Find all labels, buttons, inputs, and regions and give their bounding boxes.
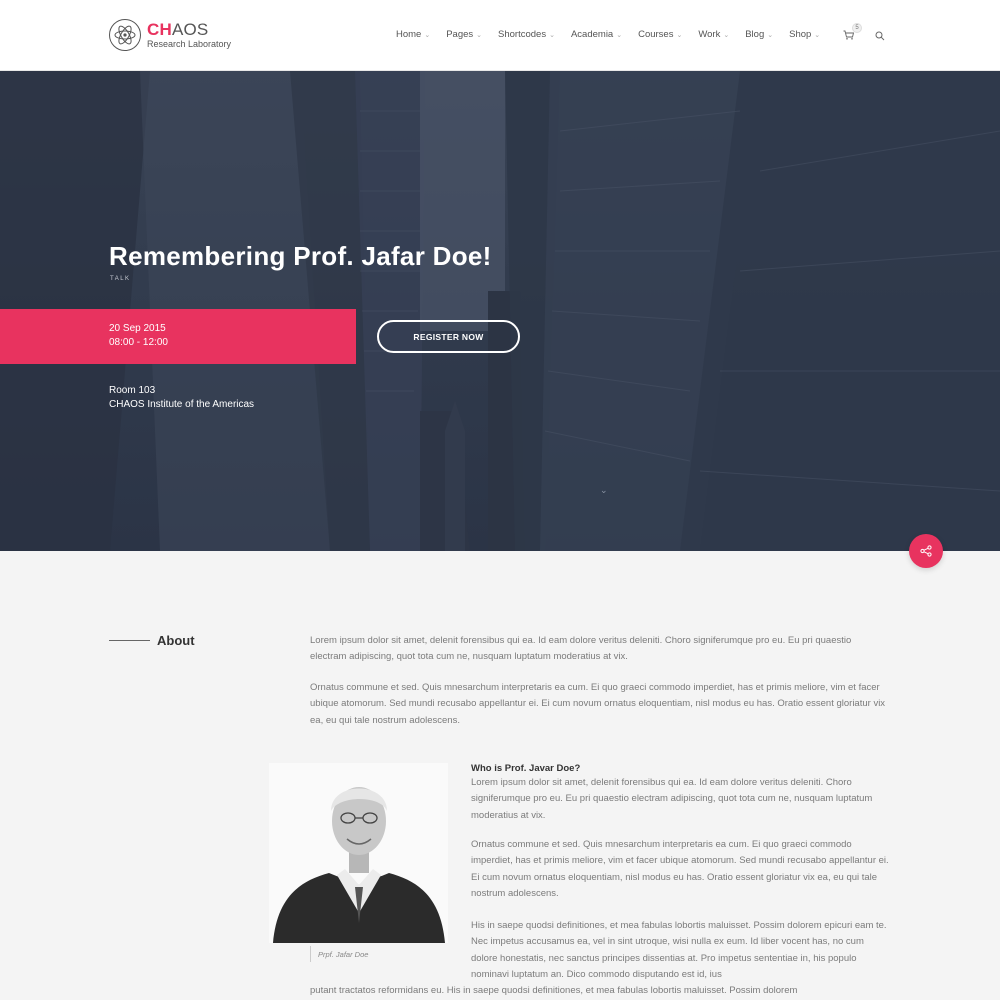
section-divider [109, 640, 150, 641]
event-institute: CHAOS Institute of the Americas [109, 399, 255, 410]
about-heading: About [157, 633, 195, 648]
nav-item-pages[interactable]: Pages ⌄ [446, 29, 482, 40]
cart-icon[interactable]: 5 [843, 23, 862, 45]
register-now-button[interactable]: REGISTER NOW [377, 320, 520, 353]
portrait-caption: Prpf. Jafar Doe [318, 950, 369, 959]
chevron-down-icon: ⌄ [476, 31, 483, 39]
share-icon[interactable] [909, 534, 943, 568]
event-title: Remembering Prof. Jafar Doe! [109, 241, 492, 271]
bio-heading: Who is Prof. Javar Doe? [471, 763, 581, 774]
event-date: 20 Sep 2015 [109, 323, 166, 334]
event-type-label: TALK [110, 276, 131, 282]
chevron-down-icon[interactable]: ⌄ [600, 485, 608, 496]
about-paragraph: Lorem ipsum dolor sit amet, delenit fore… [310, 635, 852, 663]
nav-item-work[interactable]: Work ⌄ [698, 29, 729, 40]
main-nav: Home ⌄ Pages ⌄ Shortcodes ⌄ Academia ⌄ Cours… [396, 29, 820, 40]
event-date-band [0, 309, 356, 364]
chevron-down-icon: ⌄ [424, 31, 431, 39]
cart-count-badge: 5 [852, 23, 862, 33]
chevron-down-icon: ⌄ [616, 31, 623, 39]
caption-divider [310, 946, 311, 962]
event-time: 08:00 - 12:00 [109, 337, 168, 348]
about-paragraph: Ornatus commune et sed. Quis mnesarchum … [310, 682, 886, 726]
nav-item-shortcodes[interactable]: Shortcodes ⌄ [498, 29, 555, 40]
site-header: CHAOS Research Laboratory Home ⌄ Pages ⌄ S… [0, 0, 1000, 71]
nav-item-shop[interactable]: Shop ⌄ [789, 29, 820, 40]
professor-portrait [269, 763, 448, 943]
chevron-down-icon: ⌄ [814, 31, 821, 39]
chevron-down-icon: ⌄ [767, 31, 774, 39]
chevron-down-icon: ⌄ [723, 31, 730, 39]
atom-logo-icon [109, 19, 141, 51]
bio-paragraph: Ornatus commune et sed. Quis mnesarchum … [471, 839, 889, 900]
nav-item-home[interactable]: Home ⌄ [396, 29, 430, 40]
hero-banner: Remembering Prof. Jafar Doe! TALK 20 Sep… [0, 71, 1000, 551]
nav-item-blog[interactable]: Blog ⌄ [745, 29, 773, 40]
chevron-down-icon: ⌄ [549, 31, 555, 39]
search-icon[interactable] [875, 28, 885, 46]
logo-subtitle: Research Laboratory [147, 39, 232, 49]
nav-item-courses[interactable]: Courses ⌄ [638, 29, 682, 40]
logo-title: CHAOS [147, 20, 209, 39]
bio-paragraph: His in saepe quodsi definitiones, et mea… [471, 920, 887, 981]
nav-item-academia[interactable]: Academia ⌄ [571, 29, 622, 40]
chevron-down-icon: ⌄ [676, 31, 683, 39]
event-room: Room 103 [109, 385, 156, 396]
bio-paragraph: putant tractatos reformidans eu. His in … [310, 985, 798, 996]
logo[interactable]: CHAOS Research Laboratory [109, 19, 231, 51]
bio-paragraph: Lorem ipsum dolor sit amet, delenit fore… [471, 777, 873, 821]
